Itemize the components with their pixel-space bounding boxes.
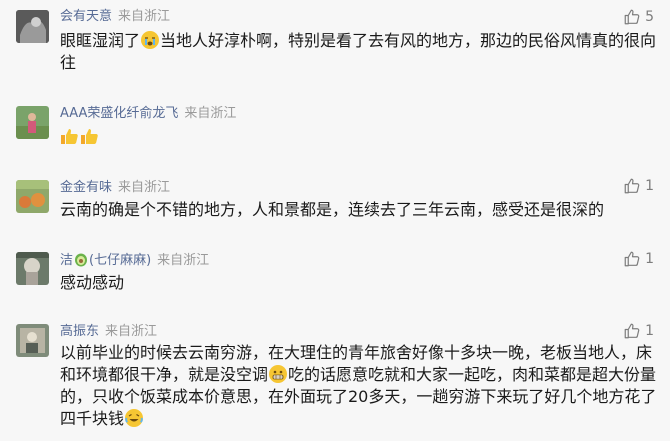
avatar[interactable] bbox=[16, 10, 49, 43]
like-count: 1 bbox=[645, 251, 654, 267]
commenter-name-suffix[interactable]: (七仔麻麻) bbox=[89, 253, 151, 268]
commenter-name[interactable]: 会有天意 bbox=[60, 9, 112, 24]
comment-item: 会有天意 来自浙江 5 眼眶湿润了 当地人好淳朴啊，特别是看了去有风的地方，那边的民… bbox=[0, 0, 670, 96]
comment-text bbox=[60, 126, 658, 149]
comment-text: 以前毕业的时候去云南穷游，在大理住的青年旅舍好像十多块一晚，老板当地人，床和环境… bbox=[60, 342, 658, 430]
comment-text: 眼眶湿润了 当地人好淳朴啊，特别是看了去有风的地方，那边的民俗风情真的很向往 bbox=[60, 30, 658, 74]
comment-meta: 金金有味 来自浙江 bbox=[60, 179, 170, 197]
comment-text: 云南的确是个不错的地方，人和景都是，连续去了三年云南，感受还是很深的 bbox=[60, 199, 658, 221]
comment-item: 高振东 来自浙江 1 以前毕业的时候去云南穷游，在大理住的青年旅舍好像十多块一晚，… bbox=[0, 314, 670, 441]
avatar[interactable] bbox=[16, 252, 49, 285]
like-button[interactable]: 1 bbox=[623, 176, 654, 196]
commenter-name[interactable]: 金金有味 bbox=[60, 180, 112, 195]
commenter-name[interactable]: 洁 bbox=[60, 253, 73, 268]
like-count: 1 bbox=[645, 178, 654, 194]
comment-location: 来自浙江 bbox=[118, 9, 171, 24]
thumbs-up-icon bbox=[624, 323, 640, 339]
comment-location: 来自浙江 bbox=[184, 106, 237, 121]
comment-location: 来自浙江 bbox=[118, 180, 171, 195]
comment-text-part: 眼眶湿润了 bbox=[60, 31, 141, 50]
like-button[interactable]: 1 bbox=[623, 321, 654, 341]
crying-face-emoji bbox=[141, 31, 160, 49]
thumbs-up-emoji bbox=[60, 126, 80, 146]
like-count: 1 bbox=[645, 323, 654, 339]
comment-meta: 洁 (七仔麻麻) 来自浙江 bbox=[60, 251, 209, 270]
comment-item: 金金有味 来自浙江 1 云南的确是个不错的地方，人和景都是，连续去了三年云南，感受… bbox=[0, 170, 670, 242]
thumbs-up-icon bbox=[624, 9, 640, 25]
comment-meta: 高振东 来自浙江 bbox=[60, 323, 157, 341]
comment-item: AAA荣盛化纤俞龙飞 来自浙江 bbox=[0, 96, 670, 170]
thumbs-up-icon bbox=[624, 178, 640, 194]
comment-meta: 会有天意 来自浙江 bbox=[60, 8, 170, 26]
commenter-name[interactable]: 高振东 bbox=[60, 324, 99, 339]
avocado-emoji bbox=[74, 251, 88, 267]
avatar[interactable] bbox=[16, 180, 49, 213]
comment-text-part: 云南的确是个不错的地方，人和景都是，连续去了三年云南，感受还是很深的 bbox=[60, 200, 605, 219]
comment-text: 感动感动 bbox=[60, 272, 658, 294]
comment-location: 来自浙江 bbox=[157, 253, 210, 268]
like-button[interactable]: 1 bbox=[623, 249, 654, 269]
comment-location: 来自浙江 bbox=[105, 324, 158, 339]
laughing-tears-emoji bbox=[125, 409, 144, 427]
like-count: 5 bbox=[645, 9, 654, 25]
comment-meta: AAA荣盛化纤俞龙飞 来自浙江 bbox=[60, 105, 236, 123]
avatar[interactable] bbox=[16, 106, 49, 139]
avatar[interactable] bbox=[16, 324, 49, 357]
like-button[interactable]: 5 bbox=[623, 7, 654, 27]
thumbs-up-icon bbox=[624, 251, 640, 267]
thumbs-up-emoji bbox=[80, 126, 100, 146]
grimacing-face-emoji bbox=[269, 365, 288, 383]
comment-text-part: 感动感动 bbox=[60, 273, 125, 292]
commenter-name[interactable]: AAA荣盛化纤俞龙飞 bbox=[60, 106, 178, 121]
comment-item: 洁 (七仔麻麻) 来自浙江 1 感动感动 bbox=[0, 242, 670, 314]
